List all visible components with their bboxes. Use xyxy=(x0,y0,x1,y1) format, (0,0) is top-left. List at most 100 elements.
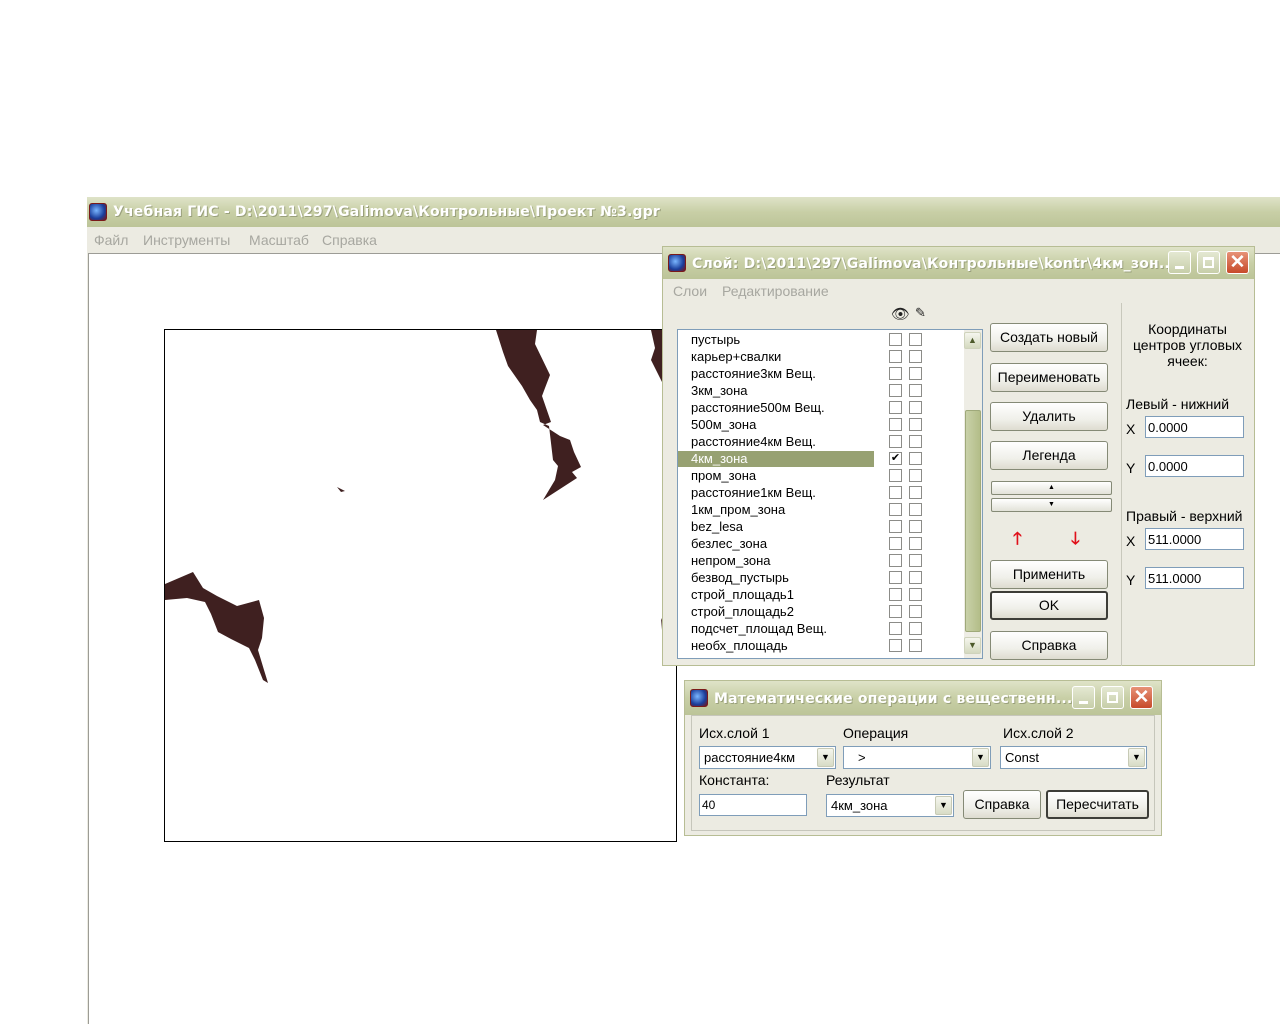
layer-row[interactable]: строй_площадь2 xyxy=(678,603,964,620)
layer-visible-checkbox[interactable] xyxy=(889,418,902,431)
layer-visible-checkbox[interactable] xyxy=(889,588,902,601)
math-help-button[interactable]: Справка xyxy=(963,790,1041,819)
layer-editable-checkbox[interactable] xyxy=(909,435,922,448)
layer-visible-checkbox[interactable] xyxy=(889,520,902,533)
close-button[interactable]: ✕ xyxy=(1130,686,1153,709)
create-layer-button[interactable]: Создать новый xyxy=(990,323,1108,352)
layer-visible-checkbox[interactable] xyxy=(889,622,902,635)
maximize-button[interactable] xyxy=(1101,686,1124,709)
layer-row[interactable]: 500м_зона xyxy=(678,416,964,433)
layer-row[interactable]: расстояние3км Вещ. xyxy=(678,365,964,382)
layer-list-scrollbar[interactable]: ▲ ▼ xyxy=(964,330,982,658)
layer-row[interactable]: безвод_пустырь xyxy=(678,569,964,586)
layer-editable-checkbox[interactable] xyxy=(909,605,922,618)
layer-row[interactable]: 4км_зона ✔ xyxy=(678,450,964,467)
layer-editable-checkbox[interactable] xyxy=(909,401,922,414)
layer-editable-checkbox[interactable] xyxy=(909,452,922,465)
scroll-down-button[interactable]: ▼ xyxy=(964,637,981,654)
minimize-button[interactable] xyxy=(1168,251,1191,274)
layer-visible-checkbox[interactable] xyxy=(889,384,902,397)
layer-row[interactable]: 1км_пром_зона xyxy=(678,501,964,518)
chevron-down-icon[interactable]: ▼ xyxy=(972,748,989,767)
red-down-arrow-icon[interactable]: 🡓 xyxy=(1071,526,1080,555)
layer-editable-checkbox[interactable] xyxy=(909,503,922,516)
menu-scale[interactable]: Масштаб xyxy=(249,232,309,248)
layer-row[interactable]: расстояние500м Вещ. xyxy=(678,399,964,416)
layer-editable-checkbox[interactable] xyxy=(909,418,922,431)
constant-input[interactable]: 40 xyxy=(699,794,807,816)
layer-visible-checkbox[interactable] xyxy=(889,486,902,499)
layer-visible-checkbox[interactable] xyxy=(889,605,902,618)
menu-tools[interactable]: Инструменты xyxy=(143,232,230,248)
layer-visible-checkbox[interactable] xyxy=(889,503,902,516)
red-up-arrow-icon[interactable]: 🡑 xyxy=(1013,526,1022,555)
layer-visible-checkbox[interactable] xyxy=(889,350,902,363)
lower-left-x-field[interactable]: 0.0000 xyxy=(1145,416,1244,438)
layer-visible-checkbox[interactable] xyxy=(889,401,902,414)
move-up-small-button[interactable]: ▲ xyxy=(991,481,1112,495)
layer-visible-checkbox[interactable] xyxy=(889,333,902,346)
menu-layers[interactable]: Слои xyxy=(673,283,707,299)
recalculate-button[interactable]: Пересчитать xyxy=(1046,790,1149,819)
map-frame[interactable] xyxy=(164,329,677,842)
layer-list[interactable]: пустырь карьер+свалки расстояние3км Вещ. 3к… xyxy=(677,329,983,659)
layer-row[interactable]: безлес_зона xyxy=(678,535,964,552)
layer-row[interactable]: карьер+свалки xyxy=(678,348,964,365)
menu-help[interactable]: Справка xyxy=(322,232,377,248)
layer-editable-checkbox[interactable] xyxy=(909,588,922,601)
scroll-up-button[interactable]: ▲ xyxy=(964,332,981,349)
menu-file[interactable]: Файл xyxy=(94,232,128,248)
layer-editable-checkbox[interactable] xyxy=(909,554,922,567)
layer-visible-checkbox[interactable] xyxy=(889,367,902,380)
layer-editable-checkbox[interactable] xyxy=(909,571,922,584)
layer-visible-checkbox[interactable] xyxy=(889,469,902,482)
source-layer-1-select[interactable]: расстояние4км ▼ xyxy=(699,746,836,769)
layer-editable-checkbox[interactable] xyxy=(909,350,922,363)
layer-editable-checkbox[interactable] xyxy=(909,520,922,533)
upper-right-y-field[interactable]: 511.0000 xyxy=(1145,567,1244,589)
layer-dialog-titlebar[interactable]: Слой: D:\2011\297\Galimova\Контрольные\k… xyxy=(663,247,1254,279)
chevron-down-icon[interactable]: ▼ xyxy=(817,748,834,767)
layer-row[interactable]: пром_зона xyxy=(678,467,964,484)
layer-editable-checkbox[interactable] xyxy=(909,469,922,482)
layer-visible-checkbox[interactable] xyxy=(889,571,902,584)
result-select[interactable]: 4км_зона ▼ xyxy=(826,794,954,817)
chevron-down-icon[interactable]: ▼ xyxy=(1128,748,1145,767)
minimize-button[interactable] xyxy=(1072,686,1095,709)
layer-visible-checkbox[interactable]: ✔ xyxy=(889,452,902,465)
layer-row[interactable]: строй_площадь1 xyxy=(678,586,964,603)
lower-left-y-field[interactable]: 0.0000 xyxy=(1145,455,1244,477)
menu-edit[interactable]: Редактирование xyxy=(722,283,829,299)
rename-layer-button[interactable]: Переименовать xyxy=(990,363,1108,392)
layer-visible-checkbox[interactable] xyxy=(889,435,902,448)
layer-row[interactable]: необх_площадь xyxy=(678,637,964,654)
layer-row[interactable]: bez_lesa xyxy=(678,518,964,535)
layer-row[interactable]: расстояние1км Вещ. xyxy=(678,484,964,501)
close-button[interactable]: ✕ xyxy=(1226,251,1249,274)
math-dialog-titlebar[interactable]: Математические операции с вещественн... … xyxy=(685,681,1161,715)
layer-row[interactable]: пустырь xyxy=(678,331,964,348)
layer-visible-checkbox[interactable] xyxy=(889,537,902,550)
layer-row[interactable]: 3км_зона xyxy=(678,382,964,399)
ok-button[interactable]: OK xyxy=(990,591,1108,620)
help-button[interactable]: Справка xyxy=(990,631,1108,660)
layer-editable-checkbox[interactable] xyxy=(909,622,922,635)
apply-button[interactable]: Применить xyxy=(990,560,1108,589)
layer-editable-checkbox[interactable] xyxy=(909,639,922,652)
layer-editable-checkbox[interactable] xyxy=(909,367,922,380)
upper-right-x-field[interactable]: 511.0000 xyxy=(1145,528,1244,550)
legend-button[interactable]: Легенда xyxy=(990,441,1108,470)
layer-visible-checkbox[interactable] xyxy=(889,639,902,652)
move-down-small-button[interactable]: ▼ xyxy=(991,498,1112,512)
source-layer-2-select[interactable]: Const ▼ xyxy=(1000,746,1147,769)
layer-row[interactable]: подсчет_площад Вещ. xyxy=(678,620,964,637)
layer-editable-checkbox[interactable] xyxy=(909,486,922,499)
main-titlebar[interactable]: Учебная ГИС - D:\2011\297\Galimova\Контр… xyxy=(87,197,1280,227)
layer-editable-checkbox[interactable] xyxy=(909,384,922,397)
operation-select[interactable]: > ▼ xyxy=(843,746,991,769)
scroll-thumb[interactable] xyxy=(965,410,981,632)
delete-layer-button[interactable]: Удалить xyxy=(990,402,1108,431)
layer-editable-checkbox[interactable] xyxy=(909,333,922,346)
layer-row[interactable]: непром_зона xyxy=(678,552,964,569)
layer-editable-checkbox[interactable] xyxy=(909,537,922,550)
